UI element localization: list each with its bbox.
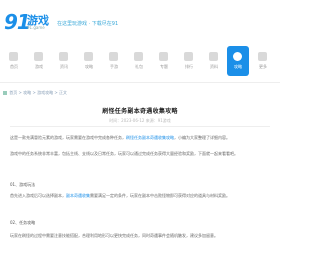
nav-item[interactable]: 更多 [252,46,274,76]
nav-item-label: 手游 [110,64,118,69]
paragraph-text: 需要满足一定的条件，玩家在副本中击败怪物即可获得对应的道具与材料奖励。 [90,193,230,198]
article-paragraph-4: 玩家在刷怪的过程中需要注意技能搭配，合理利用地形可以更快完成任务，同时奇遇事件会… [10,232,270,239]
site-slogan: 在这里玩游戏 · 下载尽在91 [57,21,119,27]
paragraph-text: 同时奇遇事件会随机触发，建议多加留意。 [142,233,218,238]
home-icon [3,91,7,95]
mobile-icon [109,52,118,61]
nav-item[interactable]: 礼包 [128,46,150,76]
nav-divider [0,82,280,83]
breadcrumb[interactable]: 首页 > 攻略 > 游戏攻略 > 正文 [3,90,67,96]
nav-item[interactable]: 游戏 [28,46,50,76]
guide-icon [84,52,93,61]
nav-item[interactable]: 首页 [3,46,25,76]
nav-item-label: 攻略 [85,64,93,69]
nav-item-label: 游戏 [35,64,43,69]
paragraph-text: 玩家在刷怪的过程中需要注意技能搭配，合理利用地形可以更快完成任务， [10,233,142,238]
gift-icon [134,52,143,61]
home-icon [9,52,18,61]
paragraph-text: 首先进入游戏后可以选择副本， [10,193,66,198]
nav-item[interactable]: 专题 [153,46,175,76]
logo-subtext: 91.game [27,25,45,30]
paragraph-link[interactable]: 副本奇遇收集 [66,193,90,198]
nav-item[interactable]: 资料 [203,46,225,76]
nav-item-label: 首页 [10,64,18,69]
article-divider [10,126,270,127]
main-nav: 首页 游戏 资讯 攻略 手游 礼包 专题 排行 资料 攻略 更多 [0,46,280,78]
nav-item-label: 礼包 [135,64,143,69]
nav-item-label: 资料 [210,64,218,69]
logo-mark: 91 [4,10,31,34]
news-icon [59,52,68,61]
nav-item[interactable]: 排行 [178,46,200,76]
nav-item-label: 排行 [185,64,193,69]
article-paragraph-1: 这是一款充满冒险元素的游戏，玩家需要在游戏中完成各种任务，刷怪任务副本奇遇收集攻… [10,134,270,141]
paragraph-text: 这是一款充满冒险元素的游戏，玩家需要在游戏中完成各种任务， [10,135,126,140]
nav-item-label: 专题 [160,64,168,69]
rank-icon [184,52,193,61]
article-paragraph-2: 游戏中的任务系统非常丰富，包括主线、支线以及日常任务，玩家可以通过完成任务获得大… [10,150,270,157]
nav-item-label: 攻略 [234,64,242,69]
nav-item[interactable]: 资讯 [53,46,75,76]
article-meta: 时间：2023-06-12 来源：91游戏 [109,118,171,123]
nav-item[interactable]: 手游 [103,46,125,76]
nav-item[interactable]: 攻略 [227,46,249,76]
paragraph-text: 游戏中的任务系统非常丰富，包括主线、支线以及日常任务，玩家可以通过完成任务获得大… [10,151,198,156]
nav-item-label: 资讯 [60,64,68,69]
topic-icon [159,52,168,61]
paragraph-text: ，小编为大家整理了详细内容。 [174,135,230,140]
breadcrumb-text: 首页 > 攻略 > 游戏攻略 > 正文 [9,90,67,95]
nav-item-label: 更多 [259,64,267,69]
article-title: 刷怪任务副本奇遇收集攻略 [102,108,178,115]
game-icon [34,52,43,61]
paragraph-link[interactable]: 刷怪任务副本奇遇收集攻略 [126,135,174,140]
more-icon [258,52,267,61]
site-logo[interactable]: 91 游戏 91.game [4,10,64,36]
nav-item[interactable]: 攻略 [78,46,100,76]
guide-active-icon [233,52,242,61]
data-icon [209,52,218,61]
section-heading-2: 02、任务攻略 [10,220,36,225]
section-heading-1: 01、游戏玩法 [10,182,36,187]
site-header: 91 游戏 91.game 在这里玩游戏 · 下载尽在91 [0,0,280,40]
paragraph-text: 下面就一起来看看吧。 [198,151,238,156]
article-paragraph-3: 首先进入游戏后可以选择副本，副本奇遇收集需要满足一定的条件，玩家在副本中击败怪物… [10,192,270,199]
